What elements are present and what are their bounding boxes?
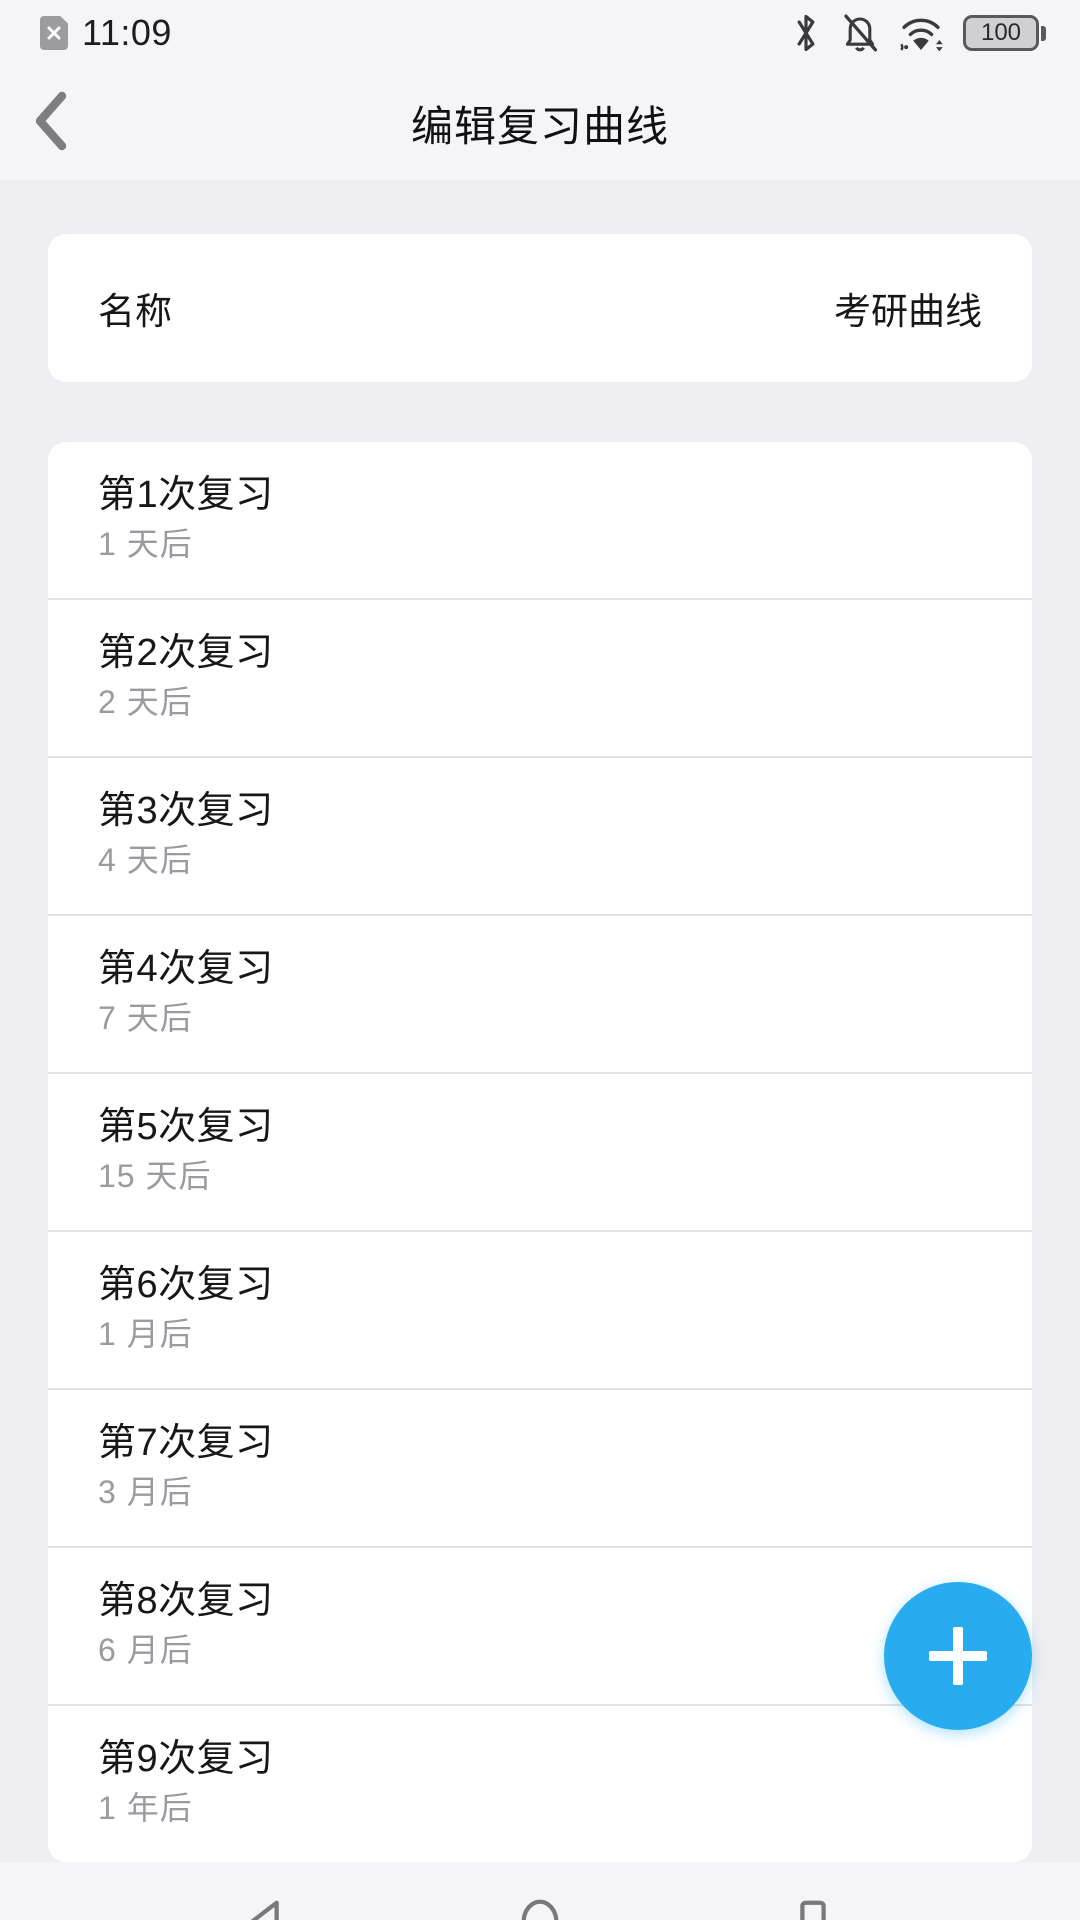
name-row[interactable]: 名称 考研曲线 — [48, 234, 1032, 382]
page-title: 编辑复习曲线 — [410, 102, 669, 150]
status-bar-clock: 11:09 — [82, 12, 172, 53]
wifi-icon — [897, 12, 945, 54]
back-chevron-icon — [30, 90, 74, 157]
list-item-subtitle: 15 天后 — [98, 1158, 212, 1195]
status-bar-right: 100 — [789, 11, 1046, 55]
list-item-title: 第5次复习 — [98, 1105, 274, 1148]
list-item[interactable]: 第4次复习 7 天后 — [48, 916, 1032, 1074]
status-bar-left: 11:09 — [40, 12, 172, 54]
add-review-fab[interactable] — [884, 1581, 1032, 1730]
bluetooth-icon — [789, 11, 823, 55]
nav-home-circle-icon — [513, 1895, 567, 1920]
list-item-title: 第4次复习 — [98, 947, 274, 990]
list-item-subtitle: 2 天后 — [98, 684, 193, 721]
list-item-subtitle: 3 月后 — [98, 1474, 193, 1511]
list-item[interactable]: 第1次复习 1 天后 — [48, 442, 1032, 600]
list-item[interactable]: 第3次复习 4 天后 — [48, 758, 1032, 916]
nav-back-button[interactable] — [207, 1862, 327, 1920]
list-item-title: 第6次复习 — [98, 1263, 274, 1306]
phone-screen: 11:09 100 编辑复习曲线 名称 考研曲线 第1次复习 1 天后 第2次复… — [0, 0, 1080, 1920]
battery-full-icon: 100 — [963, 15, 1046, 51]
list-item-subtitle: 7 天后 — [98, 1000, 193, 1037]
android-navigation-bar — [0, 1861, 1080, 1920]
notifications-off-icon — [841, 12, 879, 54]
list-item[interactable]: 第9次复习 1 年后 — [48, 1706, 1032, 1862]
app-bar: 编辑复习曲线 — [0, 66, 1080, 180]
list-item[interactable]: 第6次复习 1 月后 — [48, 1232, 1032, 1390]
list-item-title: 第9次复习 — [98, 1737, 274, 1780]
list-item[interactable]: 第7次复习 3 月后 — [48, 1390, 1032, 1548]
nav-back-triangle-icon — [240, 1895, 294, 1920]
list-item[interactable]: 第8次复习 6 月后 — [48, 1548, 1032, 1706]
name-label: 名称 — [98, 291, 172, 332]
list-item-title: 第8次复习 — [98, 1579, 274, 1622]
nav-home-button[interactable] — [480, 1862, 600, 1920]
plus-icon — [929, 1626, 987, 1685]
list-item-subtitle: 1 年后 — [98, 1789, 193, 1826]
name-value[interactable]: 考研曲线 — [834, 281, 982, 335]
list-item-title: 第3次复习 — [98, 789, 274, 832]
content-area: 名称 考研曲线 第1次复习 1 天后 第2次复习 2 天后 第3次复习 4 天后… — [0, 180, 1080, 1862]
list-item-subtitle: 1 月后 — [98, 1316, 193, 1353]
battery-level-label: 100 — [980, 19, 1022, 46]
list-item-subtitle: 4 天后 — [98, 842, 193, 879]
nav-recents-button[interactable] — [753, 1862, 873, 1920]
list-item-title: 第1次复习 — [98, 474, 274, 516]
list-item[interactable]: 第2次复习 2 天后 — [48, 600, 1032, 758]
back-button[interactable] — [4, 75, 100, 171]
list-item-title: 第7次复习 — [98, 1421, 274, 1464]
list-item-subtitle: 1 天后 — [98, 526, 193, 563]
status-bar: 11:09 100 — [0, 0, 1080, 66]
list-item-subtitle: 6 月后 — [98, 1632, 193, 1669]
list-item-title: 第2次复习 — [98, 631, 274, 674]
sim-card-off-icon — [40, 16, 68, 50]
list-item[interactable]: 第5次复习 15 天后 — [48, 1074, 1032, 1232]
nav-recents-square-icon — [786, 1895, 840, 1920]
